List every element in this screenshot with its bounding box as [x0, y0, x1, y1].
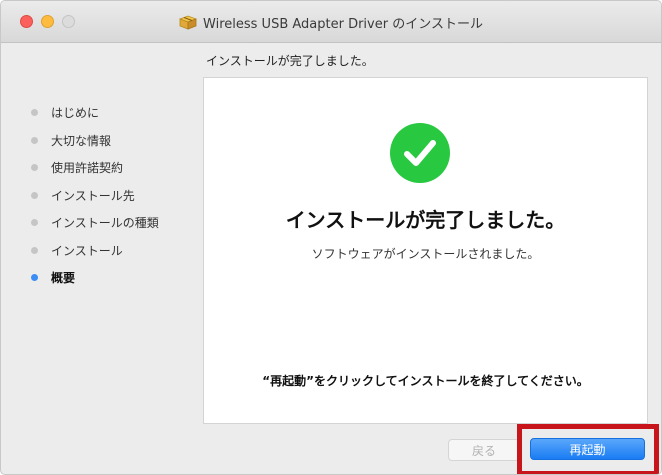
package-icon: [178, 14, 198, 30]
steps-sidebar: はじめに 大切な情報 使用許諾契約 インストール先 インストールの種類 インスト…: [31, 99, 201, 292]
restart-button[interactable]: 再起動: [530, 438, 645, 460]
step-bullet-icon: [31, 164, 38, 172]
step-bullet-active-icon: [31, 274, 38, 282]
sidebar-item-label: はじめに: [51, 106, 100, 121]
summary-panel: インストールが完了しました。 ソフトウェアがインストールされました。 “再起動”…: [203, 77, 648, 424]
sidebar-item-destination: インストール先: [31, 182, 201, 210]
sidebar-item-label: インストール先: [51, 188, 135, 203]
sidebar-item-license: 使用許諾契約: [31, 154, 201, 182]
sidebar-item-important-info: 大切な情報: [31, 127, 201, 155]
restart-instruction: “再起動”をクリックしてインストールを終了してください。: [262, 374, 589, 388]
completion-title: インストールが完了しました。: [285, 208, 566, 232]
sidebar-item-label: 使用許諾契約: [51, 161, 124, 176]
completion-subtitle: ソフトウェアがインストールされました。: [311, 247, 540, 261]
sidebar-item-introduction: はじめに: [31, 99, 201, 127]
step-bullet-icon: [31, 191, 38, 199]
green-check-icon: [389, 122, 451, 184]
window-title-group: Wireless USB Adapter Driver のインストール: [1, 12, 661, 32]
step-bullet-icon: [31, 109, 38, 117]
title-bar[interactable]: Wireless USB Adapter Driver のインストール: [1, 1, 661, 43]
step-bullet-icon: [31, 246, 38, 254]
step-bullet-icon: [31, 219, 38, 227]
sidebar-item-label: 大切な情報: [51, 133, 112, 148]
sidebar-item-label: 概要: [51, 271, 76, 286]
sidebar-item-installation: インストール: [31, 237, 201, 265]
sidebar-item-label: インストール: [51, 243, 123, 258]
step-bullet-icon: [31, 136, 38, 144]
back-button[interactable]: 戻る: [448, 439, 520, 461]
window-title: Wireless USB Adapter Driver のインストール: [203, 16, 483, 32]
sidebar-item-summary: 概要: [31, 264, 201, 292]
sidebar-item-installation-type: インストールの種類: [31, 209, 201, 237]
sidebar-item-label: インストールの種類: [51, 216, 159, 231]
step-header: インストールが完了しました。: [206, 54, 374, 68]
installer-window: Wireless USB Adapter Driver のインストール インスト…: [0, 0, 662, 475]
